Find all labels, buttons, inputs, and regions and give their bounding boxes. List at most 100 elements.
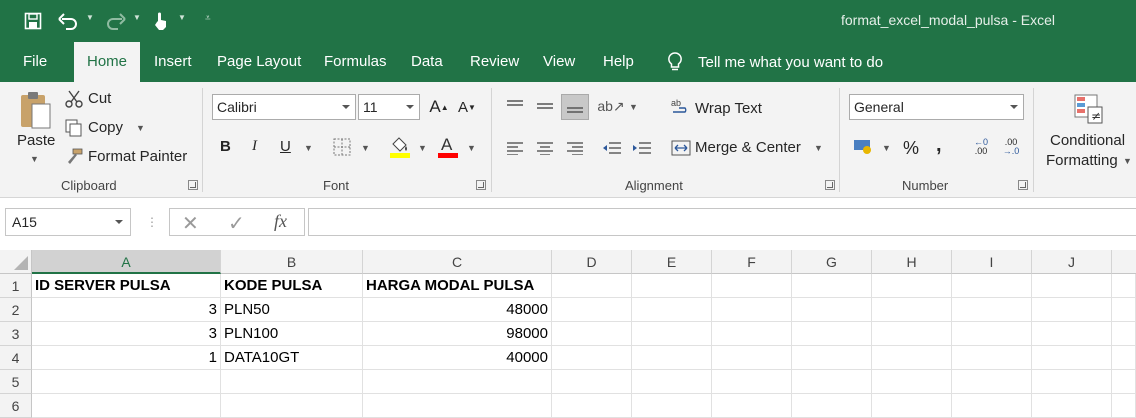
cell-d1[interactable]: [552, 274, 632, 298]
decrease-font-icon[interactable]: A ▼: [456, 96, 478, 118]
cell-k2[interactable]: [1112, 298, 1136, 322]
cell-a2[interactable]: 3: [32, 298, 221, 322]
cell-k4[interactable]: [1112, 346, 1136, 370]
align-bottom-icon[interactable]: [561, 94, 589, 120]
cell-e5[interactable]: [632, 370, 712, 394]
cell-d4[interactable]: [552, 346, 632, 370]
font-color-icon[interactable]: A: [436, 134, 460, 158]
number-launcher-icon[interactable]: [1018, 180, 1028, 190]
cell-c6[interactable]: [363, 394, 552, 418]
cell-g2[interactable]: [792, 298, 872, 322]
tab-insert[interactable]: Insert: [154, 42, 192, 82]
decrease-decimal-icon[interactable]: .00 →.0: [1000, 136, 1022, 158]
orientation-icon[interactable]: ab↗: [597, 96, 624, 116]
cell-g3[interactable]: [792, 322, 872, 346]
paste-button[interactable]: Paste: [17, 132, 55, 149]
column-header-f[interactable]: F: [712, 250, 792, 274]
accounting-format-icon[interactable]: [852, 136, 876, 158]
row-header-3[interactable]: 3: [0, 322, 32, 346]
formatting-label[interactable]: Formatting: [1046, 152, 1118, 169]
increase-indent-icon[interactable]: [631, 138, 653, 158]
column-header-g[interactable]: G: [792, 250, 872, 274]
paste-dropdown-icon[interactable]: ▼: [30, 154, 39, 164]
underline-dropdown-icon[interactable]: ▼: [304, 143, 313, 153]
cell-d3[interactable]: [552, 322, 632, 346]
align-left-icon[interactable]: [505, 138, 525, 158]
cell-h1[interactable]: [872, 274, 952, 298]
decrease-indent-icon[interactable]: [601, 138, 623, 158]
font-name-dropdown[interactable]: Calibri: [212, 94, 356, 120]
cell-g4[interactable]: [792, 346, 872, 370]
column-header-i[interactable]: I: [952, 250, 1032, 274]
enter-check-icon[interactable]: ✓: [228, 211, 245, 236]
insert-function-icon[interactable]: fx: [274, 211, 287, 232]
clipboard-launcher-icon[interactable]: [188, 180, 198, 190]
cut-button[interactable]: Cut: [88, 90, 111, 107]
alignment-launcher-icon[interactable]: [825, 180, 835, 190]
tab-page-layout[interactable]: Page Layout: [217, 42, 301, 82]
paste-icon[interactable]: [17, 88, 53, 132]
row-header-4[interactable]: 4: [0, 346, 32, 370]
borders-icon[interactable]: [332, 137, 352, 157]
cell-b5[interactable]: [221, 370, 363, 394]
percent-button[interactable]: %: [903, 138, 919, 159]
cell-i2[interactable]: [952, 298, 1032, 322]
cell-k1[interactable]: [1112, 274, 1136, 298]
cell-j5[interactable]: [1032, 370, 1112, 394]
fill-color-icon[interactable]: [388, 134, 412, 158]
column-header-h[interactable]: H: [872, 250, 952, 274]
cell-b6[interactable]: [221, 394, 363, 418]
conditional-formatting-button[interactable]: Conditional: [1050, 132, 1125, 149]
font-size-dropdown[interactable]: 11: [358, 94, 420, 120]
cell-k6[interactable]: [1112, 394, 1136, 418]
align-top-icon[interactable]: [505, 96, 525, 116]
cell-c2[interactable]: 48000: [363, 298, 552, 322]
name-box[interactable]: A15: [5, 208, 131, 236]
align-middle-icon[interactable]: [535, 96, 555, 116]
cell-f6[interactable]: [712, 394, 792, 418]
cell-e4[interactable]: [632, 346, 712, 370]
cell-h3[interactable]: [872, 322, 952, 346]
cell-d2[interactable]: [552, 298, 632, 322]
cell-h2[interactable]: [872, 298, 952, 322]
accounting-dropdown-icon[interactable]: ▼: [882, 143, 891, 153]
column-header-e[interactable]: E: [632, 250, 712, 274]
cell-b2[interactable]: PLN50: [221, 298, 363, 322]
column-header-a[interactable]: A: [32, 250, 221, 274]
touch-mode-icon[interactable]: [150, 8, 172, 34]
column-header-d[interactable]: D: [552, 250, 632, 274]
cell-a3[interactable]: 3: [32, 322, 221, 346]
cell-b1[interactable]: KODE PULSA: [221, 274, 363, 298]
underline-button[interactable]: U: [280, 138, 291, 155]
cell-i3[interactable]: [952, 322, 1032, 346]
undo-dropdown-icon[interactable]: ▼: [86, 13, 94, 22]
cell-a1[interactable]: ID SERVER PULSA: [32, 274, 221, 298]
comma-button[interactable]: ,: [936, 134, 942, 157]
cell-e1[interactable]: [632, 274, 712, 298]
cell-k5[interactable]: [1112, 370, 1136, 394]
cell-a6[interactable]: [32, 394, 221, 418]
tab-help[interactable]: Help: [603, 42, 634, 82]
tab-view[interactable]: View: [543, 42, 575, 82]
fill-color-dropdown-icon[interactable]: ▼: [418, 143, 427, 153]
cell-f2[interactable]: [712, 298, 792, 322]
cell-h5[interactable]: [872, 370, 952, 394]
redo-dropdown-icon[interactable]: ▼: [133, 13, 141, 22]
bold-button[interactable]: B: [220, 138, 231, 155]
copy-button[interactable]: Copy: [88, 119, 123, 136]
merge-center-button[interactable]: Merge & Center: [695, 139, 801, 156]
cell-f1[interactable]: [712, 274, 792, 298]
tab-formulas[interactable]: Formulas: [324, 42, 387, 82]
column-header-c[interactable]: C: [363, 250, 552, 274]
cell-i4[interactable]: [952, 346, 1032, 370]
font-launcher-icon[interactable]: [476, 180, 486, 190]
conditional-dropdown-icon[interactable]: ▼: [1123, 156, 1132, 166]
cell-a4[interactable]: 1: [32, 346, 221, 370]
tab-data[interactable]: Data: [411, 42, 443, 82]
cell-e3[interactable]: [632, 322, 712, 346]
undo-icon[interactable]: [56, 8, 80, 34]
cell-a5[interactable]: [32, 370, 221, 394]
cell-j2[interactable]: [1032, 298, 1112, 322]
font-color-dropdown-icon[interactable]: ▼: [467, 143, 476, 153]
cell-d6[interactable]: [552, 394, 632, 418]
